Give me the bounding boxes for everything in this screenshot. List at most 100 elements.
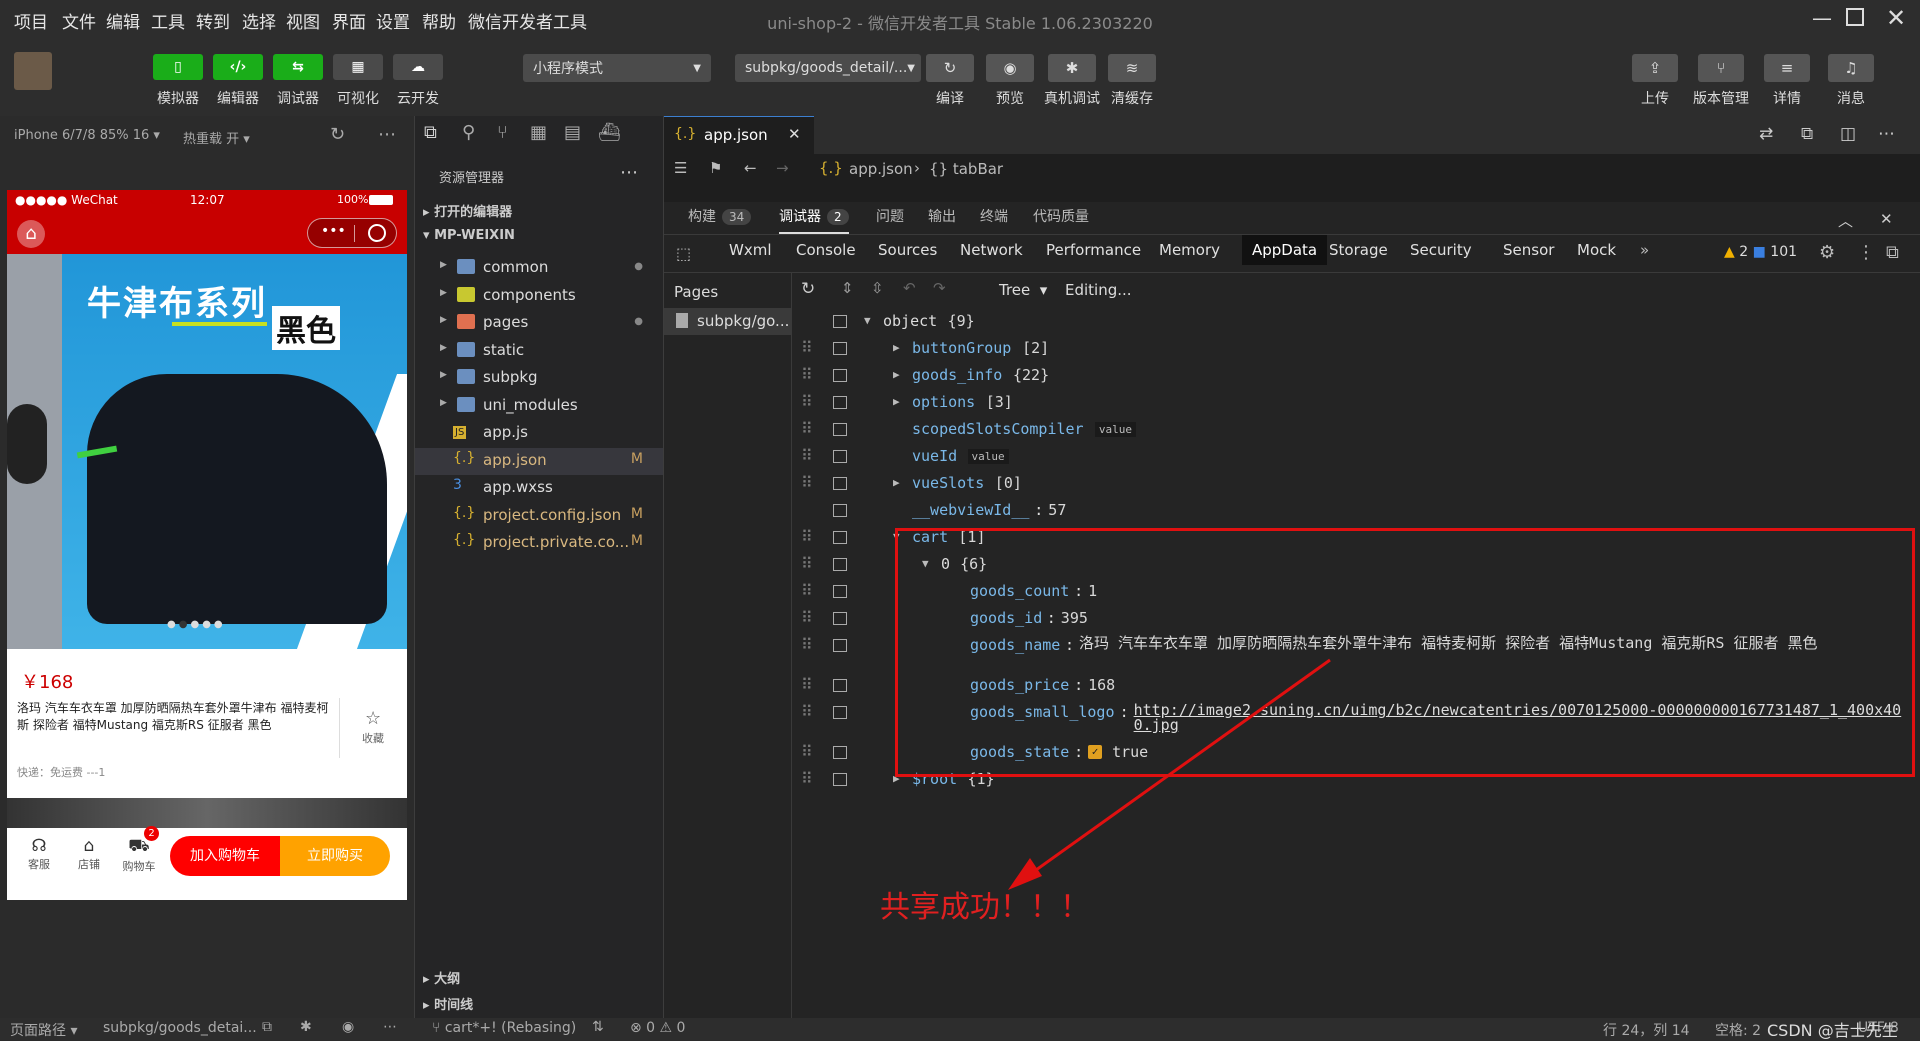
drag-handle-icon[interactable]: ⠿ <box>801 677 813 693</box>
close-miniprogram-icon[interactable] <box>368 224 386 242</box>
collapsed-arrow-icon[interactable]: ▶ <box>893 368 900 381</box>
favorite-label[interactable]: 收藏 <box>362 730 384 746</box>
toolbar-模拟器-button[interactable]: ▯ <box>153 54 203 80</box>
devtools-tab-performance[interactable]: Performance <box>1046 241 1141 259</box>
product-swiper[interactable]: 牛津布系列 黑色 ●●●●● <box>7 254 407 649</box>
settings-icon[interactable]: ⚙ <box>1819 242 1835 263</box>
row-checkbox[interactable] <box>833 612 847 625</box>
split-editor-icon[interactable]: ◫ <box>1840 124 1856 144</box>
drag-handle-icon[interactable]: ⠿ <box>801 529 813 545</box>
devtools-tab-mock[interactable]: Mock <box>1577 241 1616 259</box>
more-icon[interactable]: ••• <box>321 223 346 239</box>
tree-row[interactable]: ⠿ ▶ options [3] <box>664 390 1920 417</box>
tree-row[interactable]: ⠿ scopedSlotsCompiler value <box>664 417 1920 444</box>
file-item[interactable]: ▶ components <box>415 283 663 310</box>
indent-setting[interactable]: 空格: 2 <box>1715 1020 1761 1040</box>
page-path-select[interactable]: 页面路径 ▾ <box>10 1020 77 1040</box>
row-checkbox[interactable] <box>833 558 847 571</box>
list-icon[interactable]: ☰ <box>674 159 687 177</box>
compare-icon[interactable]: ⇄ <box>1759 124 1773 144</box>
cursor-position[interactable]: 行 24，列 14 <box>1603 1020 1690 1040</box>
back-icon[interactable]: ← <box>744 159 757 177</box>
devtools-topbar-tab[interactable]: 问题 <box>876 206 904 234</box>
collapse-all-icon[interactable]: ⇳ <box>871 279 884 297</box>
devtools-tab-sources[interactable]: Sources <box>878 241 937 259</box>
drag-handle-icon[interactable]: ⠿ <box>801 771 813 787</box>
row-checkbox[interactable] <box>833 746 847 759</box>
drag-handle-icon[interactable]: ⠿ <box>801 421 813 437</box>
tree-value[interactable]: value <box>1094 422 1137 437</box>
bookmark-icon[interactable]: ⚑ <box>709 159 722 177</box>
devtools-tab-sensor[interactable]: Sensor <box>1503 241 1554 259</box>
refresh-icon[interactable]: ↻ <box>801 279 815 299</box>
devtools-tab-wxml[interactable]: Wxml <box>729 241 772 259</box>
action-编译-button[interactable]: ↻ <box>926 54 974 82</box>
close-tab-icon[interactable]: ✕ <box>788 125 801 143</box>
problems-count[interactable]: ⊗ 0 ⚠ 0 <box>630 1020 685 1036</box>
breadcrumb-node[interactable]: {} tabBar <box>929 160 1003 178</box>
drag-handle-icon[interactable]: ⠿ <box>801 610 813 626</box>
devtools-topbar-tab[interactable]: 构建 34 <box>688 206 752 234</box>
goods-nav-1[interactable]: ⌂ 店铺 <box>67 836 111 872</box>
devtools-tab-console[interactable]: Console <box>796 241 856 259</box>
file-item[interactable]: JS app.js <box>415 420 663 447</box>
files-icon[interactable]: ⧉ <box>424 122 437 143</box>
row-checkbox[interactable] <box>833 423 847 436</box>
dock-icon[interactable]: ⧉ <box>1886 242 1899 263</box>
storage-icon[interactable]: ▤ <box>564 122 581 143</box>
open-editors-section[interactable]: ▸ 打开的编辑器 <box>423 201 512 220</box>
tree-row[interactable]: ⠿ ▶ vueSlots [0] <box>664 471 1920 498</box>
right-详情-button[interactable]: ≡ <box>1764 54 1810 82</box>
devtools-topbar-tab[interactable]: 代码质量 <box>1033 206 1089 234</box>
drag-handle-icon[interactable]: ⠿ <box>801 340 813 356</box>
devtools-tab-network[interactable]: Network <box>960 241 1023 259</box>
devtools-topbar-tab[interactable]: 输出 <box>928 206 956 234</box>
right-版本管理-button[interactable]: ⑂ <box>1698 54 1744 82</box>
row-checkbox[interactable] <box>833 706 847 719</box>
drag-handle-icon[interactable]: ⠿ <box>801 704 813 720</box>
row-checkbox[interactable] <box>833 639 847 652</box>
minimize-icon[interactable]: — <box>1812 6 1832 30</box>
file-item[interactable]: {.} app.json M <box>415 447 663 475</box>
add-to-cart-button[interactable]: 加入购物车 <box>170 836 280 876</box>
breadcrumb-file[interactable]: app.json <box>849 160 913 178</box>
drag-handle-icon[interactable]: ⠿ <box>801 475 813 491</box>
collapsed-arrow-icon[interactable]: ▶ <box>893 395 900 408</box>
hot-reload-select[interactable]: 热重载 开 ▾ <box>183 128 250 147</box>
tree-row[interactable]: ⠿ ▶ buttonGroup [2] <box>664 336 1920 363</box>
collapsed-arrow-icon[interactable]: ▶ <box>893 476 900 489</box>
file-item[interactable]: ▶ pages ● <box>415 310 663 337</box>
drag-handle-icon[interactable]: ⠿ <box>801 583 813 599</box>
goods-nav-0[interactable]: ☊ 客服 <box>17 836 61 872</box>
star-icon[interactable]: ☆ <box>365 708 381 729</box>
drag-handle-icon[interactable]: ⠿ <box>801 394 813 410</box>
refresh-icon[interactable]: ↻ <box>330 124 345 145</box>
row-checkbox[interactable] <box>833 773 847 786</box>
more-icon[interactable]: ⋯ <box>620 162 638 183</box>
file-item[interactable]: 3 app.wxss <box>415 475 663 502</box>
tree-row[interactable]: __webviewId__:57 <box>664 498 1920 525</box>
toolbar-云开发-button[interactable]: ☁ <box>393 54 443 80</box>
goods-nav-2[interactable]: ⛟ 购物车 <box>117 836 161 874</box>
open-file-icon[interactable]: ⧉ <box>1801 124 1813 144</box>
more-icon[interactable]: ⋮ <box>1857 242 1875 263</box>
action-清缓存-button[interactable]: ≋ <box>1108 54 1156 82</box>
action-真机调试-button[interactable]: ✱ <box>1048 54 1096 82</box>
buy-now-button[interactable]: 立即购买 <box>280 836 390 876</box>
right-上传-button[interactable]: ⇪ <box>1632 54 1678 82</box>
file-item[interactable]: ▶ common ● <box>415 255 663 282</box>
close-icon[interactable]: ✕ <box>1880 210 1893 228</box>
device-select[interactable]: iPhone 6/7/8 85% 16 ▾ <box>14 128 160 143</box>
timeline-section[interactable]: ▸ 时间线 <box>423 994 473 1013</box>
tree-row[interactable]: ▼ object {9} <box>664 309 1920 336</box>
toolbar-编辑器-button[interactable]: ‹/› <box>213 54 263 80</box>
row-checkbox[interactable] <box>833 531 847 544</box>
page-select[interactable]: subpkg/goods_detail/... ▼ <box>735 54 921 82</box>
tree-row[interactable]: ⠿ ▶ goods_info {22} <box>664 363 1920 390</box>
devtools-topbar-tab[interactable]: 终端 <box>980 206 1008 234</box>
redo-icon[interactable]: ↷ <box>933 279 946 297</box>
preview-icon[interactable]: ◉ <box>342 1019 354 1035</box>
git-icon[interactable]: ⑂ <box>497 122 508 143</box>
home-icon[interactable]: ⌂ <box>17 220 45 248</box>
more-icon[interactable]: ⋯ <box>383 1019 397 1035</box>
